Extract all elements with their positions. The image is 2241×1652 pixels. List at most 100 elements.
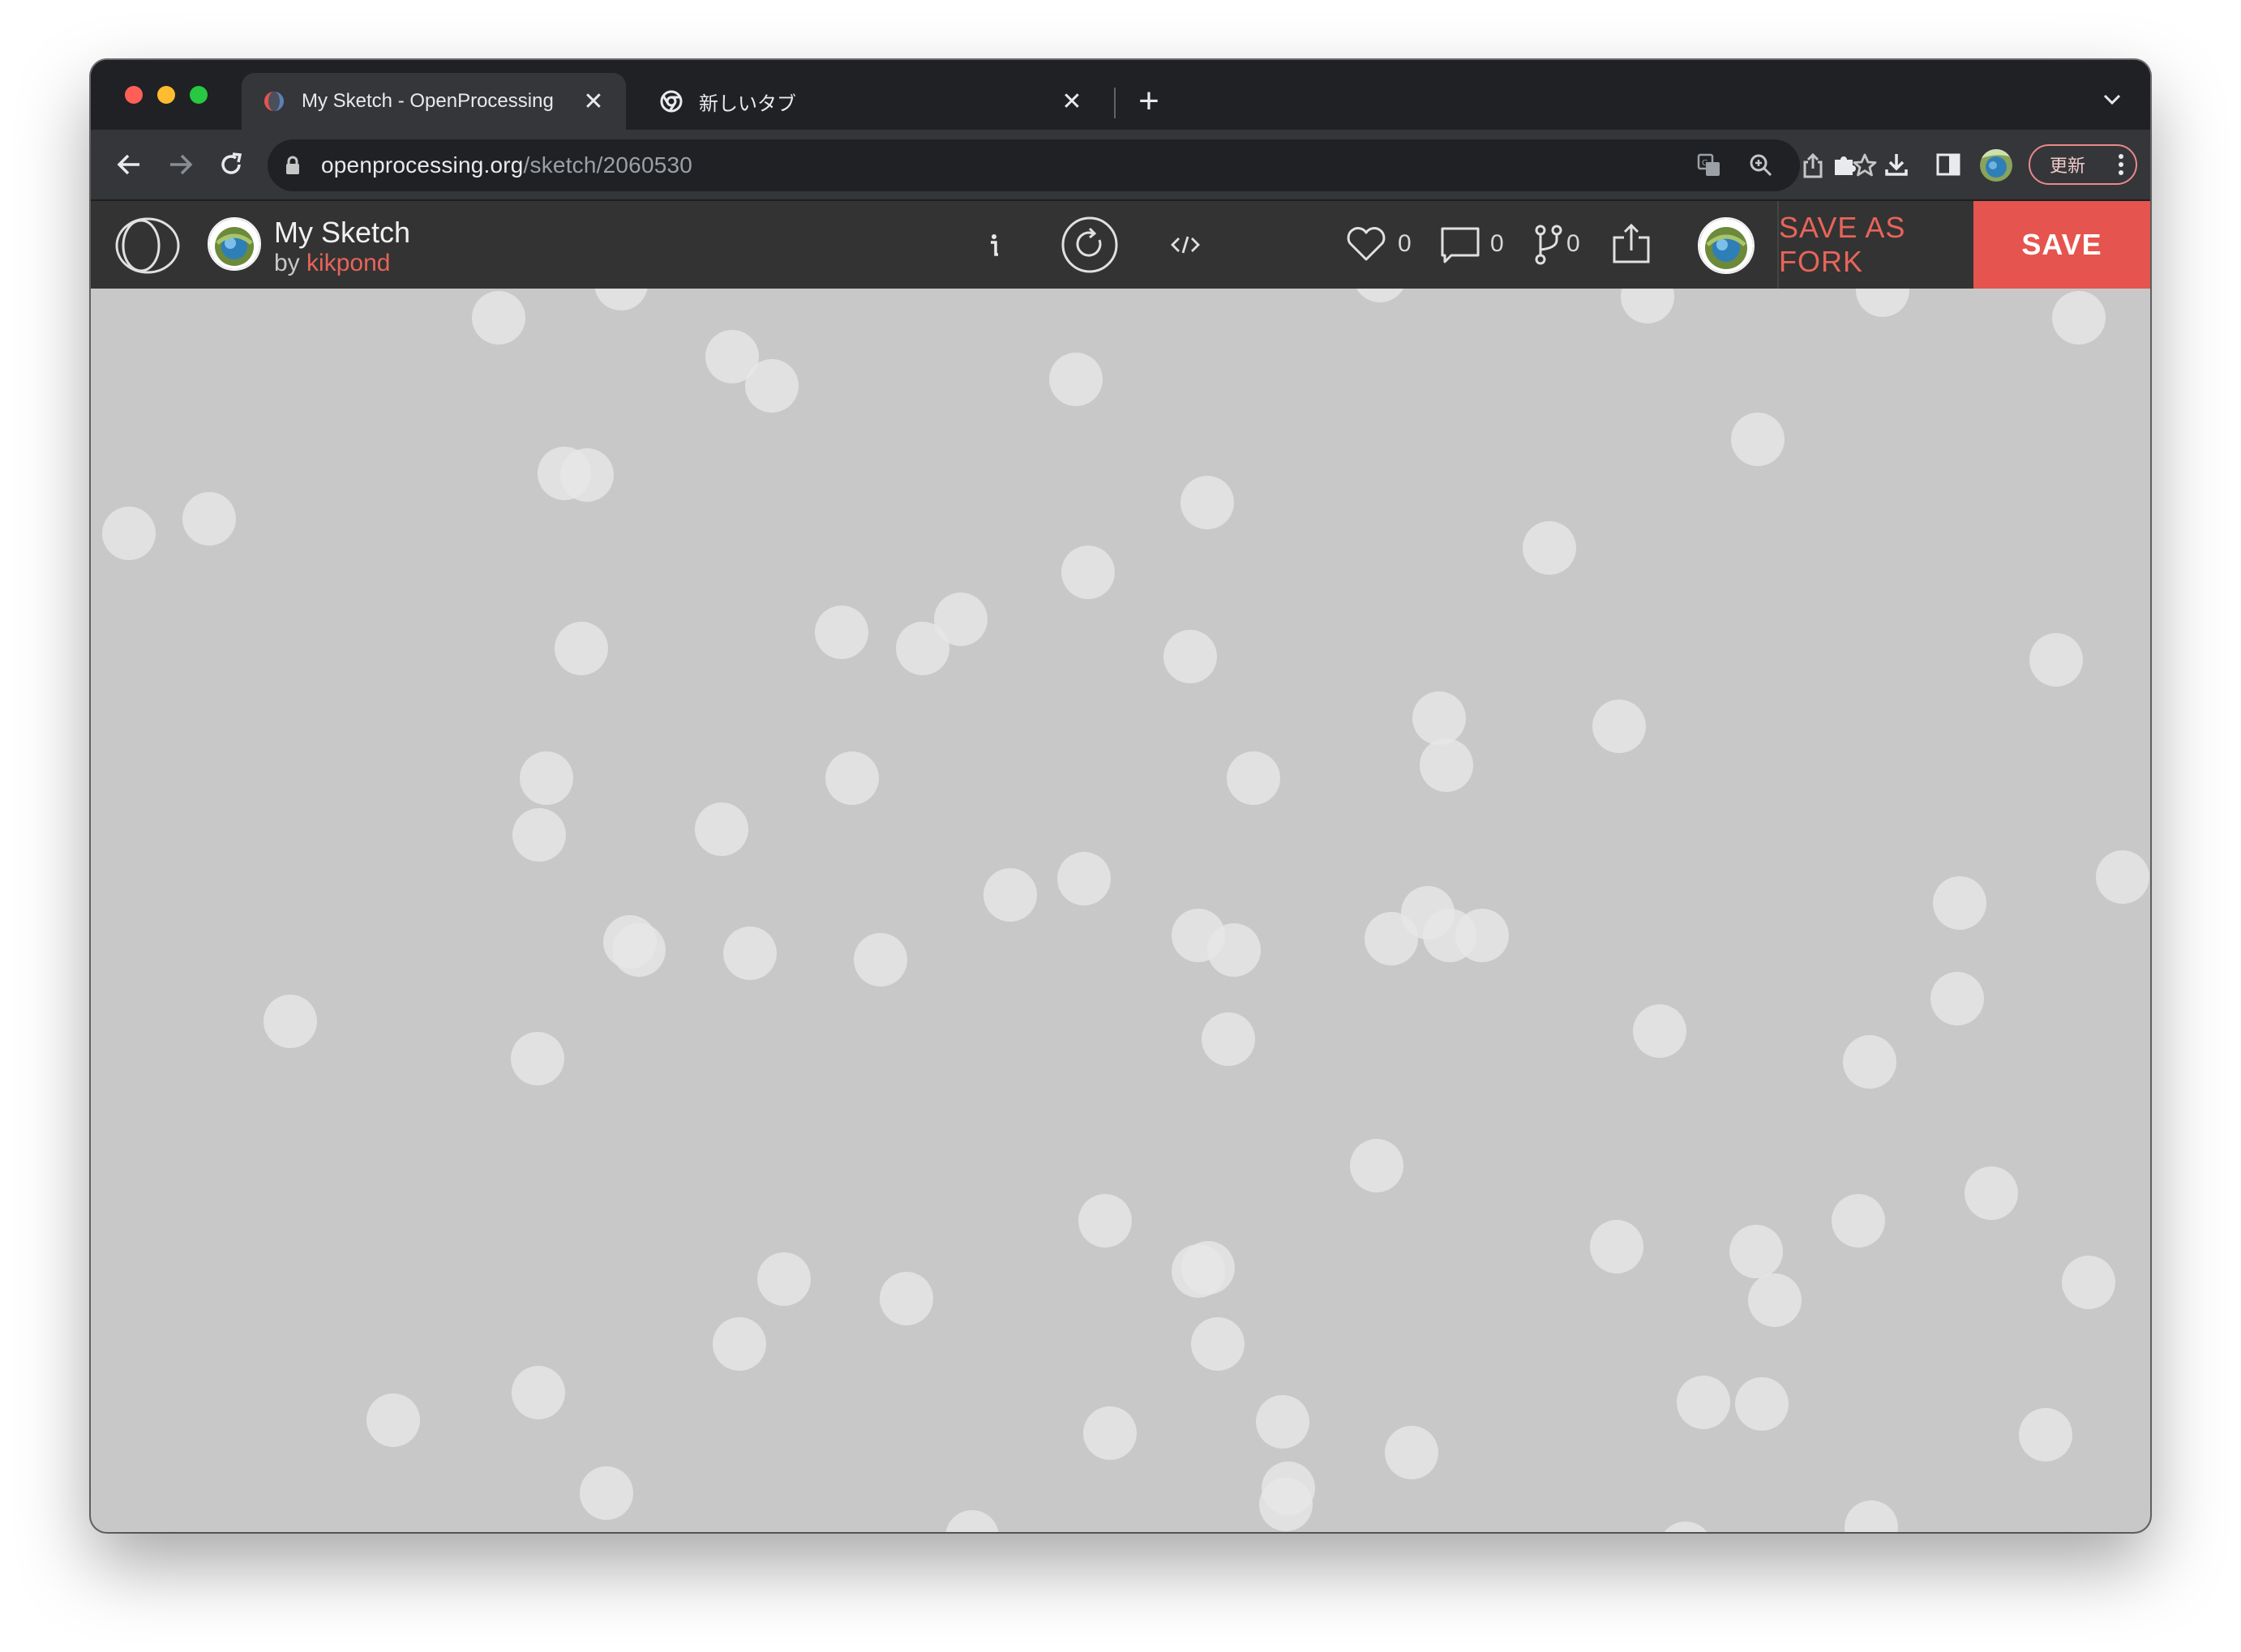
sketch-circle [1420,738,1473,792]
author-link[interactable]: kikpond [306,250,390,276]
sketch-circle [1061,546,1115,599]
minimize-window-button[interactable] [157,86,175,104]
address-bar[interactable]: openprocessing.org/sketch/2060530 G [268,139,1877,191]
comment-count: 0 [1490,230,1504,257]
update-button[interactable]: 更新 [2029,144,2137,185]
sketch-circle [1385,1426,1438,1479]
translate-icon[interactable]: G [1695,151,1724,180]
sketch-circle [983,868,1037,922]
forward-arrow-icon[interactable] [162,146,199,183]
sketch-circle [723,927,777,980]
sketch-circle [1930,972,1984,1025]
chrome-favicon-icon [660,90,683,113]
share-icon[interactable] [1798,151,1828,180]
share-icon[interactable] [1610,222,1652,266]
sketch-circle [511,1032,564,1085]
sketch-circle [945,1510,999,1532]
svg-text:G: G [1702,159,1708,168]
sketch-circle [1677,1376,1730,1429]
zoom-icon[interactable] [1746,151,1776,180]
url-text: openprocessing.org/sketch/2060530 [321,152,692,178]
sketch-circle [1832,1194,1885,1248]
close-tab-icon[interactable]: ✕ [1061,88,1083,115]
heart-icon[interactable] [1346,225,1386,263]
extensions-puzzle-icon[interactable] [1828,148,1862,182]
author-avatar[interactable] [208,217,261,271]
sketch-circle [1350,1139,1403,1192]
sketch-circle [1181,1241,1235,1295]
restart-icon[interactable] [1061,216,1119,274]
reload-icon[interactable] [212,146,250,183]
sketch-circle [560,448,614,502]
sketch-circle [854,933,907,986]
sketch-circle [1356,289,1403,302]
more-vertical-icon [2119,154,2123,175]
save-as-fork-button[interactable]: SAVE AS FORK [1779,201,1973,289]
url-path: /sketch/2060530 [523,152,693,178]
tab-my-sketch[interactable]: My Sketch - OpenProcessing ✕ [242,73,626,130]
sketch-circle [2052,291,2106,345]
close-tab-icon[interactable]: ✕ [582,88,605,115]
code-icon[interactable] [1169,230,1202,259]
sketch-circle [1845,1500,1898,1532]
sketch-circle [580,1466,633,1520]
profile-avatar[interactable] [1980,149,2012,182]
sketch-circles [102,289,2149,1532]
openprocessing-header: My Sketch by kikpond 0 0 0 SAVE AS FORK … [91,199,2150,289]
like-count: 0 [1398,230,1412,257]
sketch-circle [1731,413,1785,466]
sketch-canvas[interactable] [91,289,2150,1532]
url-host: openprocessing.org [321,152,524,178]
save-button[interactable]: SAVE [1973,201,2150,289]
browser-window: My Sketch - OpenProcessing ✕ 新しいタブ ✕ + o… [91,60,2150,1532]
sketch-circle [1078,1194,1132,1248]
sketch-circle [825,751,879,805]
sketch-circle [1163,630,1217,683]
sketch-circle [264,995,317,1048]
openprocessing-logo-icon[interactable] [115,217,180,274]
sketch-circle [1180,476,1234,529]
sketch-circle [1729,1225,1783,1278]
sketch-circle [594,289,648,310]
sketch-circle [1843,1035,1896,1089]
sketch-circle [612,923,666,977]
comment-icon[interactable] [1440,225,1480,264]
sketch-circle [1256,1395,1309,1449]
sketch-circle [2029,633,2083,687]
back-arrow-icon[interactable] [110,146,148,183]
maximize-window-button[interactable] [190,86,208,104]
sketch-circle [102,507,156,560]
side-panel-icon[interactable] [1931,148,1965,182]
info-icon[interactable] [978,225,1010,264]
sketch-circle [880,1272,933,1325]
browser-toolbar: openprocessing.org/sketch/2060530 G 更新 [91,130,2150,199]
sketch-circle [1621,289,1674,323]
new-tab-button[interactable]: + [1130,81,1168,121]
sketch-circle [1633,1004,1686,1058]
user-avatar[interactable] [1698,217,1755,274]
tab-new-tab[interactable]: 新しいタブ ✕ [639,73,1104,130]
fork-icon[interactable] [1532,224,1565,266]
sketch-byline: by kikpond [274,250,390,277]
sketch-circle [1365,912,1418,965]
sketch-circle [713,1317,766,1371]
sketch-circle [1735,1377,1789,1431]
sketch-circle [1856,289,1909,317]
sketch-title: My Sketch [274,216,411,249]
sketch-circle [182,492,236,546]
sketch-circle [366,1393,420,1447]
sketch-circle [1455,909,1509,962]
sketch-circle [1083,1406,1137,1460]
fork-count: 0 [1566,230,1580,257]
sketch-circle [2019,1408,2072,1462]
tab-title: 新しいタブ [699,92,796,115]
download-icon[interactable] [1879,148,1913,182]
sketch-circle [1523,521,1576,575]
sketch-circle [1590,1220,1643,1273]
sketch-circle [1259,1478,1313,1531]
close-window-button[interactable] [125,86,143,104]
tab-divider [1114,88,1116,118]
tab-search-chevron-icon[interactable] [2098,86,2126,113]
sketch-circle [2062,1256,2115,1309]
sketch-circle [745,359,799,413]
